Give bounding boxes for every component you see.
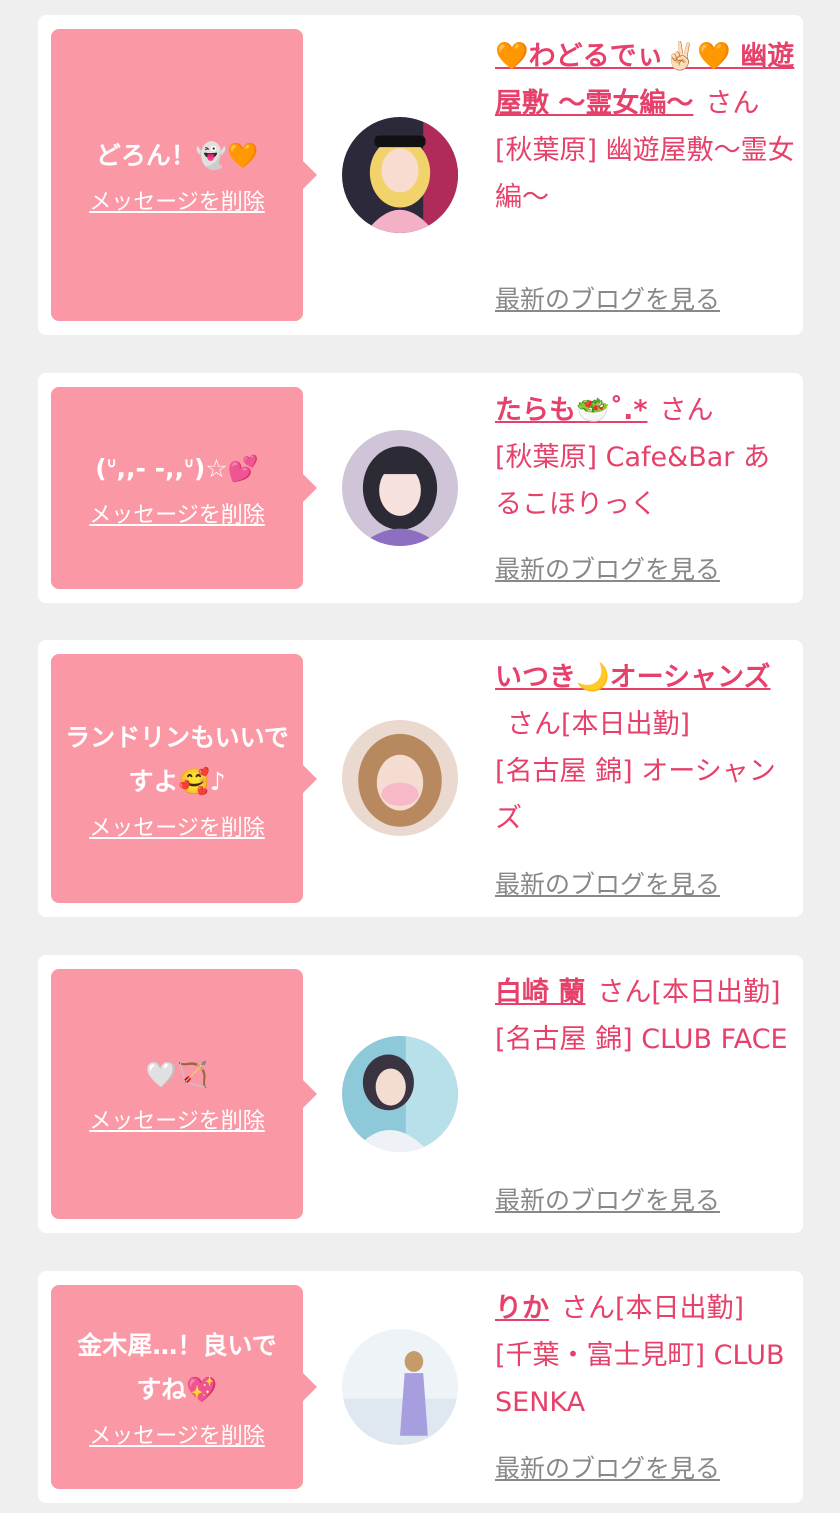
honorific: さん — [507, 709, 561, 740]
avatar[interactable] — [342, 1329, 458, 1445]
status-text: [本日出勤] — [651, 977, 781, 1008]
delete-message-link[interactable]: メッセージを削除 — [89, 1103, 265, 1135]
honorific: さん — [659, 395, 714, 426]
delete-message-link[interactable]: メッセージを削除 — [89, 184, 265, 216]
message-card: どろん！👻🧡 メッセージを削除 🧡わどるでぃ✌🏻🧡 幽遊屋敷 〜霊女編〜 さん [… — [38, 15, 803, 335]
avatar-photo — [342, 720, 458, 836]
avatar-photo — [342, 430, 458, 546]
message-text: どろん！👻🧡 — [95, 141, 259, 170]
message-text: ランドリンもいいですよ🥰♪ — [65, 722, 289, 796]
latest-blog-link[interactable]: 最新のブログを見る — [495, 865, 720, 901]
message-list: どろん！👻🧡 メッセージを削除 🧡わどるでぃ✌🏻🧡 幽遊屋敷 〜霊女編〜 さん [… — [0, 0, 840, 1513]
latest-blog-link[interactable]: 最新のブログを見る — [495, 280, 720, 316]
girl-name-link[interactable]: たらも🥗˚.* — [495, 395, 648, 426]
girl-name-link[interactable]: いつき🌙オーシャンズ — [495, 662, 771, 693]
message-text: (ᐡ,,- -,,ᐡ)☆💕 — [95, 454, 259, 483]
latest-blog-link[interactable]: 最新のブログを見る — [495, 550, 720, 586]
avatar[interactable] — [342, 1036, 458, 1152]
delete-message-link[interactable]: メッセージを削除 — [89, 497, 265, 529]
message-bubble: ランドリンもいいですよ🥰♪ メッセージを削除 — [51, 654, 317, 903]
girl-info: たらも🥗˚.* さん [秋葉原] Cafe&Bar あるこほりっく — [495, 387, 795, 528]
girl-info: 白崎 蘭さん[本日出勤] [名古屋 錦] CLUB FACE — [495, 969, 795, 1063]
honorific: さん — [705, 88, 760, 119]
shop-text: [秋葉原] Cafe&Bar あるこほりっく — [495, 442, 770, 520]
girl-info: いつき🌙オーシャンズさん[本日出勤] [名古屋 錦] オーシャンズ — [495, 654, 795, 842]
message-text: 金木犀…！良いですね💖 — [77, 1331, 277, 1404]
girl-info: 🧡わどるでぃ✌🏻🧡 幽遊屋敷 〜霊女編〜 さん [秋葉原] 幽遊屋敷〜霊女編〜 — [495, 33, 795, 221]
message-card: 🤍🏹 メッセージを削除 白崎 蘭さん[本日出勤] [名古屋 錦] CLUB FA… — [38, 955, 803, 1233]
status-text: [本日出勤] — [561, 709, 691, 740]
latest-blog-link[interactable]: 最新のブログを見る — [495, 1449, 720, 1485]
message-text: 🤍🏹 — [145, 1060, 209, 1089]
girl-name-link[interactable]: 白崎 蘭 — [495, 977, 585, 1008]
girl-name-link[interactable]: りか — [495, 1293, 549, 1324]
latest-blog-link[interactable]: 最新のブログを見る — [495, 1181, 720, 1217]
avatar-photo — [342, 1036, 458, 1152]
avatar[interactable] — [342, 430, 458, 546]
message-card: (ᐡ,,- -,,ᐡ)☆💕 メッセージを削除 たらも🥗˚.* さん [秋葉原] C… — [38, 373, 803, 603]
message-bubble: どろん！👻🧡 メッセージを削除 — [51, 29, 317, 321]
avatar[interactable] — [342, 720, 458, 836]
shop-text: [名古屋 錦] オーシャンズ — [495, 756, 776, 834]
honorific: さん — [561, 1293, 615, 1324]
avatar-photo — [342, 117, 458, 233]
honorific: さん — [597, 977, 652, 1008]
message-card: 金木犀…！良いですね💖 メッセージを削除 りか さん[本日出勤] [千葉・富士見町… — [38, 1271, 803, 1503]
message-bubble: 金木犀…！良いですね💖 メッセージを削除 — [51, 1285, 317, 1489]
avatar[interactable] — [342, 117, 458, 233]
delete-message-link[interactable]: メッセージを削除 — [89, 810, 265, 842]
message-bubble: (ᐡ,,- -,,ᐡ)☆💕 メッセージを削除 — [51, 387, 317, 589]
girl-info: りか さん[本日出勤] [千葉・富士見町] CLUB SENKA — [495, 1285, 795, 1426]
shop-text: [秋葉原] 幽遊屋敷〜霊女編〜 — [495, 135, 795, 213]
avatar-photo — [342, 1329, 458, 1445]
delete-message-link[interactable]: メッセージを削除 — [89, 1418, 265, 1450]
message-card: ランドリンもいいですよ🥰♪ メッセージを削除 いつき🌙オーシャンズさん[本日出勤… — [38, 640, 803, 917]
status-text: [本日出勤] — [615, 1293, 745, 1324]
message-bubble: 🤍🏹 メッセージを削除 — [51, 969, 317, 1219]
shop-text: [名古屋 錦] CLUB FACE — [495, 1024, 788, 1055]
shop-text: [千葉・富士見町] CLUB SENKA — [495, 1340, 785, 1418]
